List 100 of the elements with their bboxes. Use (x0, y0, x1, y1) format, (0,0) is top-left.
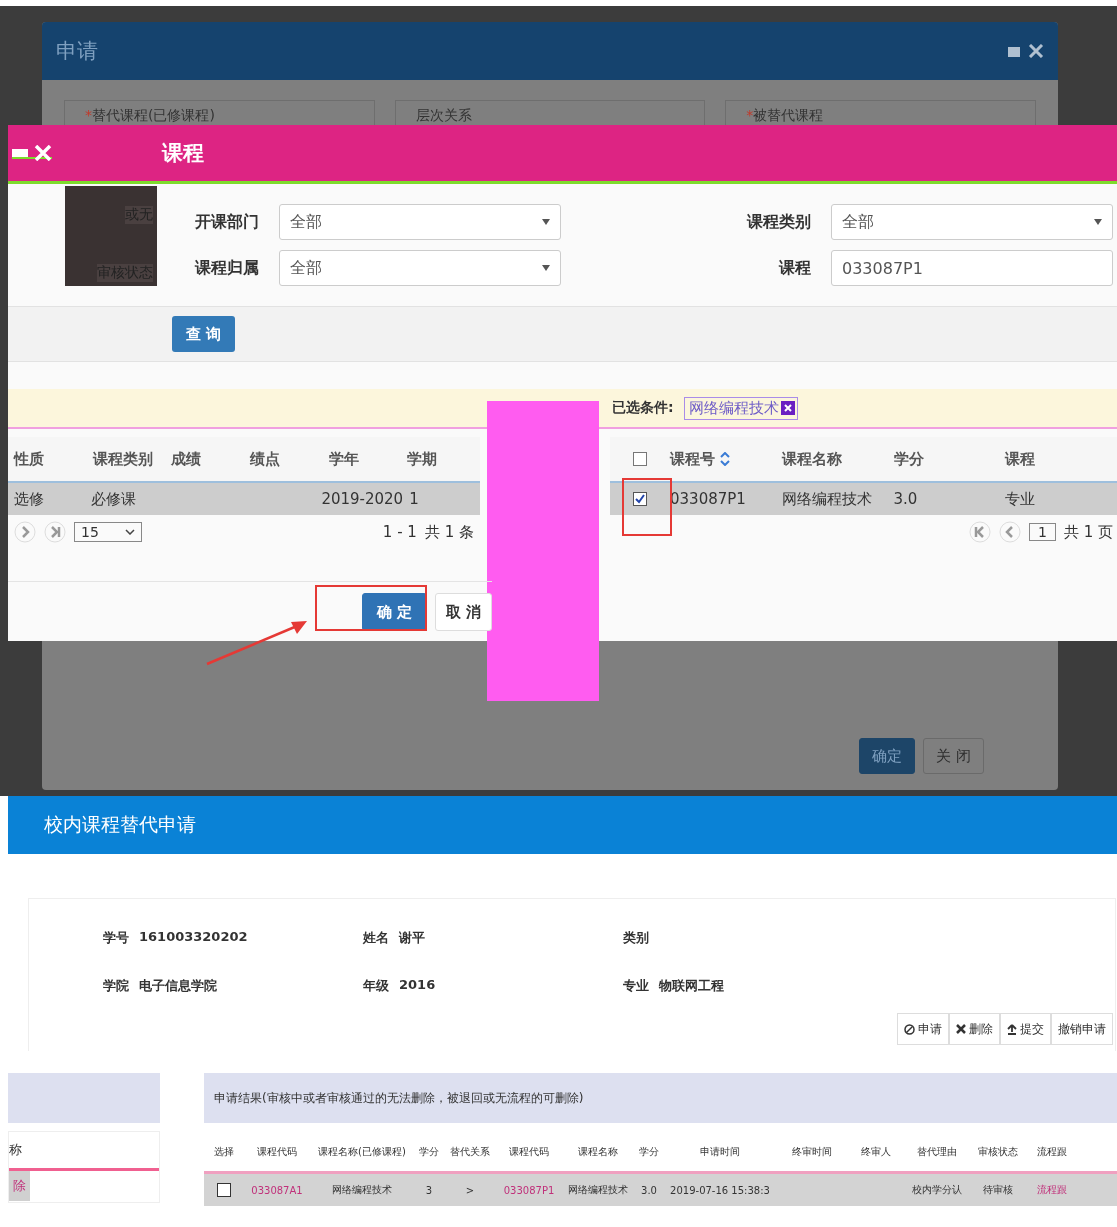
table-cell-text: 网络编程技术 (331, 1183, 393, 1197)
table-cell-text: 3.0 (640, 1184, 658, 1196)
page-title: 校内课程替代申请 (44, 812, 196, 837)
submit-button[interactable]: 提交 (1000, 1013, 1051, 1045)
table-cell-text: > (464, 1184, 476, 1196)
info-label: 姓名 (363, 929, 389, 947)
select-all-checkbox[interactable] (633, 452, 647, 466)
upload-icon (1007, 1023, 1017, 1035)
info-label: 学号 (103, 929, 129, 947)
info-label: 专业 (623, 977, 649, 995)
column-header: 审核状态 (977, 1145, 1019, 1159)
table-cell-text: 3.0 (893, 490, 919, 508)
highlight-box (622, 478, 672, 536)
record-count: 共 1 条 (424, 522, 474, 542)
filter-label: 开课部门 (194, 211, 259, 233)
table-cell-text: 待审核 (982, 1183, 1014, 1197)
column-header: 学分 (418, 1145, 440, 1159)
table-cell: 除 (9, 1171, 30, 1201)
window-controls-icon[interactable] (1008, 44, 1044, 58)
next-page-icon[interactable] (14, 521, 36, 543)
close-icon[interactable] (780, 401, 795, 415)
info-value: 161003320202 (139, 929, 248, 946)
column-header: 替代理由 (916, 1145, 958, 1159)
table-cell-text: 专业 (1005, 489, 1037, 509)
filter-label: 课程归属 (194, 257, 259, 279)
column-header: 称 (9, 1141, 22, 1159)
condition-tag[interactable]: 网络编程技术 (683, 396, 798, 420)
info-value: 2016 (399, 977, 436, 994)
apply-button[interactable]: 申请 (897, 1013, 949, 1045)
column-header: 终审人 (860, 1145, 892, 1159)
table-cell-text: 2019-2020 (320, 490, 404, 508)
process-link[interactable]: 流程跟 (1026, 1183, 1078, 1197)
dialog-title: 申请 (56, 38, 98, 65)
table-cell-text: 033087A1 (250, 1184, 304, 1196)
table-cell-text: 校内学分认 (911, 1183, 963, 1197)
previous-page-icon[interactable] (999, 521, 1021, 543)
column-header: 选择 (213, 1145, 235, 1159)
column-header: 课程名称(已修课程) (317, 1145, 407, 1159)
filter-label: 课程 (779, 257, 811, 279)
filter-label: 课程类别 (747, 211, 811, 233)
ban-icon (904, 1023, 915, 1035)
table-cell-text: 2019-07-16 15:38:3 (669, 1184, 771, 1196)
confirm-button[interactable]: 确定 (859, 738, 916, 774)
page-number-field[interactable]: 1 (1029, 523, 1056, 541)
column-header[interactable]: 课程号 (670, 449, 782, 469)
first-page-icon[interactable] (969, 521, 991, 543)
column-header[interactable]: 学年 (322, 449, 402, 469)
column-header[interactable]: 成绩 (165, 449, 244, 469)
row-checkbox[interactable] (217, 1183, 231, 1197)
results-note: 申请结果(审核中或者审核通过的无法删除，被退回或无流程的可删除) (204, 1073, 1117, 1123)
caret-icon (541, 219, 550, 225)
column-header: 申请时间 (699, 1145, 741, 1159)
table-cell-text: 必修课 (89, 489, 137, 509)
table-cell-text: 033087P1 (670, 490, 747, 508)
close-button[interactable]: 关 闭 (923, 738, 984, 774)
column-header: 学分 (638, 1145, 660, 1159)
info-label: 类别 (623, 929, 649, 947)
column-header[interactable]: 课程类别 (86, 449, 166, 469)
revoke-button[interactable]: 撤销申请 (1051, 1013, 1113, 1045)
last-page-icon[interactable] (44, 521, 66, 543)
info-value: 谢平 (399, 929, 425, 947)
selected-conditions-label: 已选条件: (612, 399, 674, 417)
column-header[interactable]: 性质 (8, 449, 87, 469)
column-header: 流程跟 (1036, 1145, 1068, 1159)
column-header[interactable]: 课程名称 (781, 449, 894, 469)
course-input-field[interactable]: 033087P1 (831, 250, 1113, 286)
caret-icon (1094, 219, 1102, 225)
delete-button[interactable]: 删除 (949, 1013, 1000, 1045)
confirm-button[interactable]: 确 定 (361, 593, 427, 631)
column-header[interactable]: 学期 (401, 449, 481, 469)
table-cell-text: 网络编程技术 (567, 1183, 629, 1197)
filter-dropdown[interactable]: 全部 (831, 204, 1113, 240)
chevron-icon (125, 529, 135, 535)
column-header: 替代关系 (449, 1145, 491, 1159)
caret-icon (541, 265, 550, 271)
column-header[interactable]: 课程 (1005, 449, 1117, 469)
sort-icon[interactable] (719, 452, 731, 466)
info-label: 年级 (363, 977, 389, 995)
table-cell-text: 选修 (13, 489, 45, 509)
column-header[interactable]: 绩点 (244, 449, 323, 469)
filter-dropdown[interactable]: 全部 (278, 250, 561, 286)
dialog-title: 课程 (162, 140, 204, 167)
info-label: 学院 (103, 977, 129, 995)
table-cell-text: 网络编程技术 (781, 489, 873, 509)
column-header[interactable]: 学分 (893, 449, 1006, 469)
table-cell-text: 3 (424, 1184, 434, 1196)
page-count: 共 1 页 (1063, 522, 1113, 542)
row-checkbox[interactable] (633, 492, 647, 506)
query-button[interactable]: 查 询 (172, 316, 236, 352)
column-header: 终审时间 (791, 1145, 833, 1159)
filter-dropdown[interactable]: 全部 (278, 204, 561, 240)
table-cell-text: 033087P1 (502, 1184, 556, 1196)
cancel-button[interactable]: 取 消 (434, 593, 492, 631)
delete-icon (956, 1024, 966, 1034)
page-size-dropdown[interactable]: 15 (74, 522, 142, 542)
info-value: 电子信息学院 (139, 977, 217, 995)
window-controls-icon[interactable] (12, 145, 52, 161)
page-range: 1 - 1 (382, 523, 417, 541)
column-header: 课程代码 (256, 1145, 298, 1159)
info-value: 物联网工程 (659, 977, 724, 995)
